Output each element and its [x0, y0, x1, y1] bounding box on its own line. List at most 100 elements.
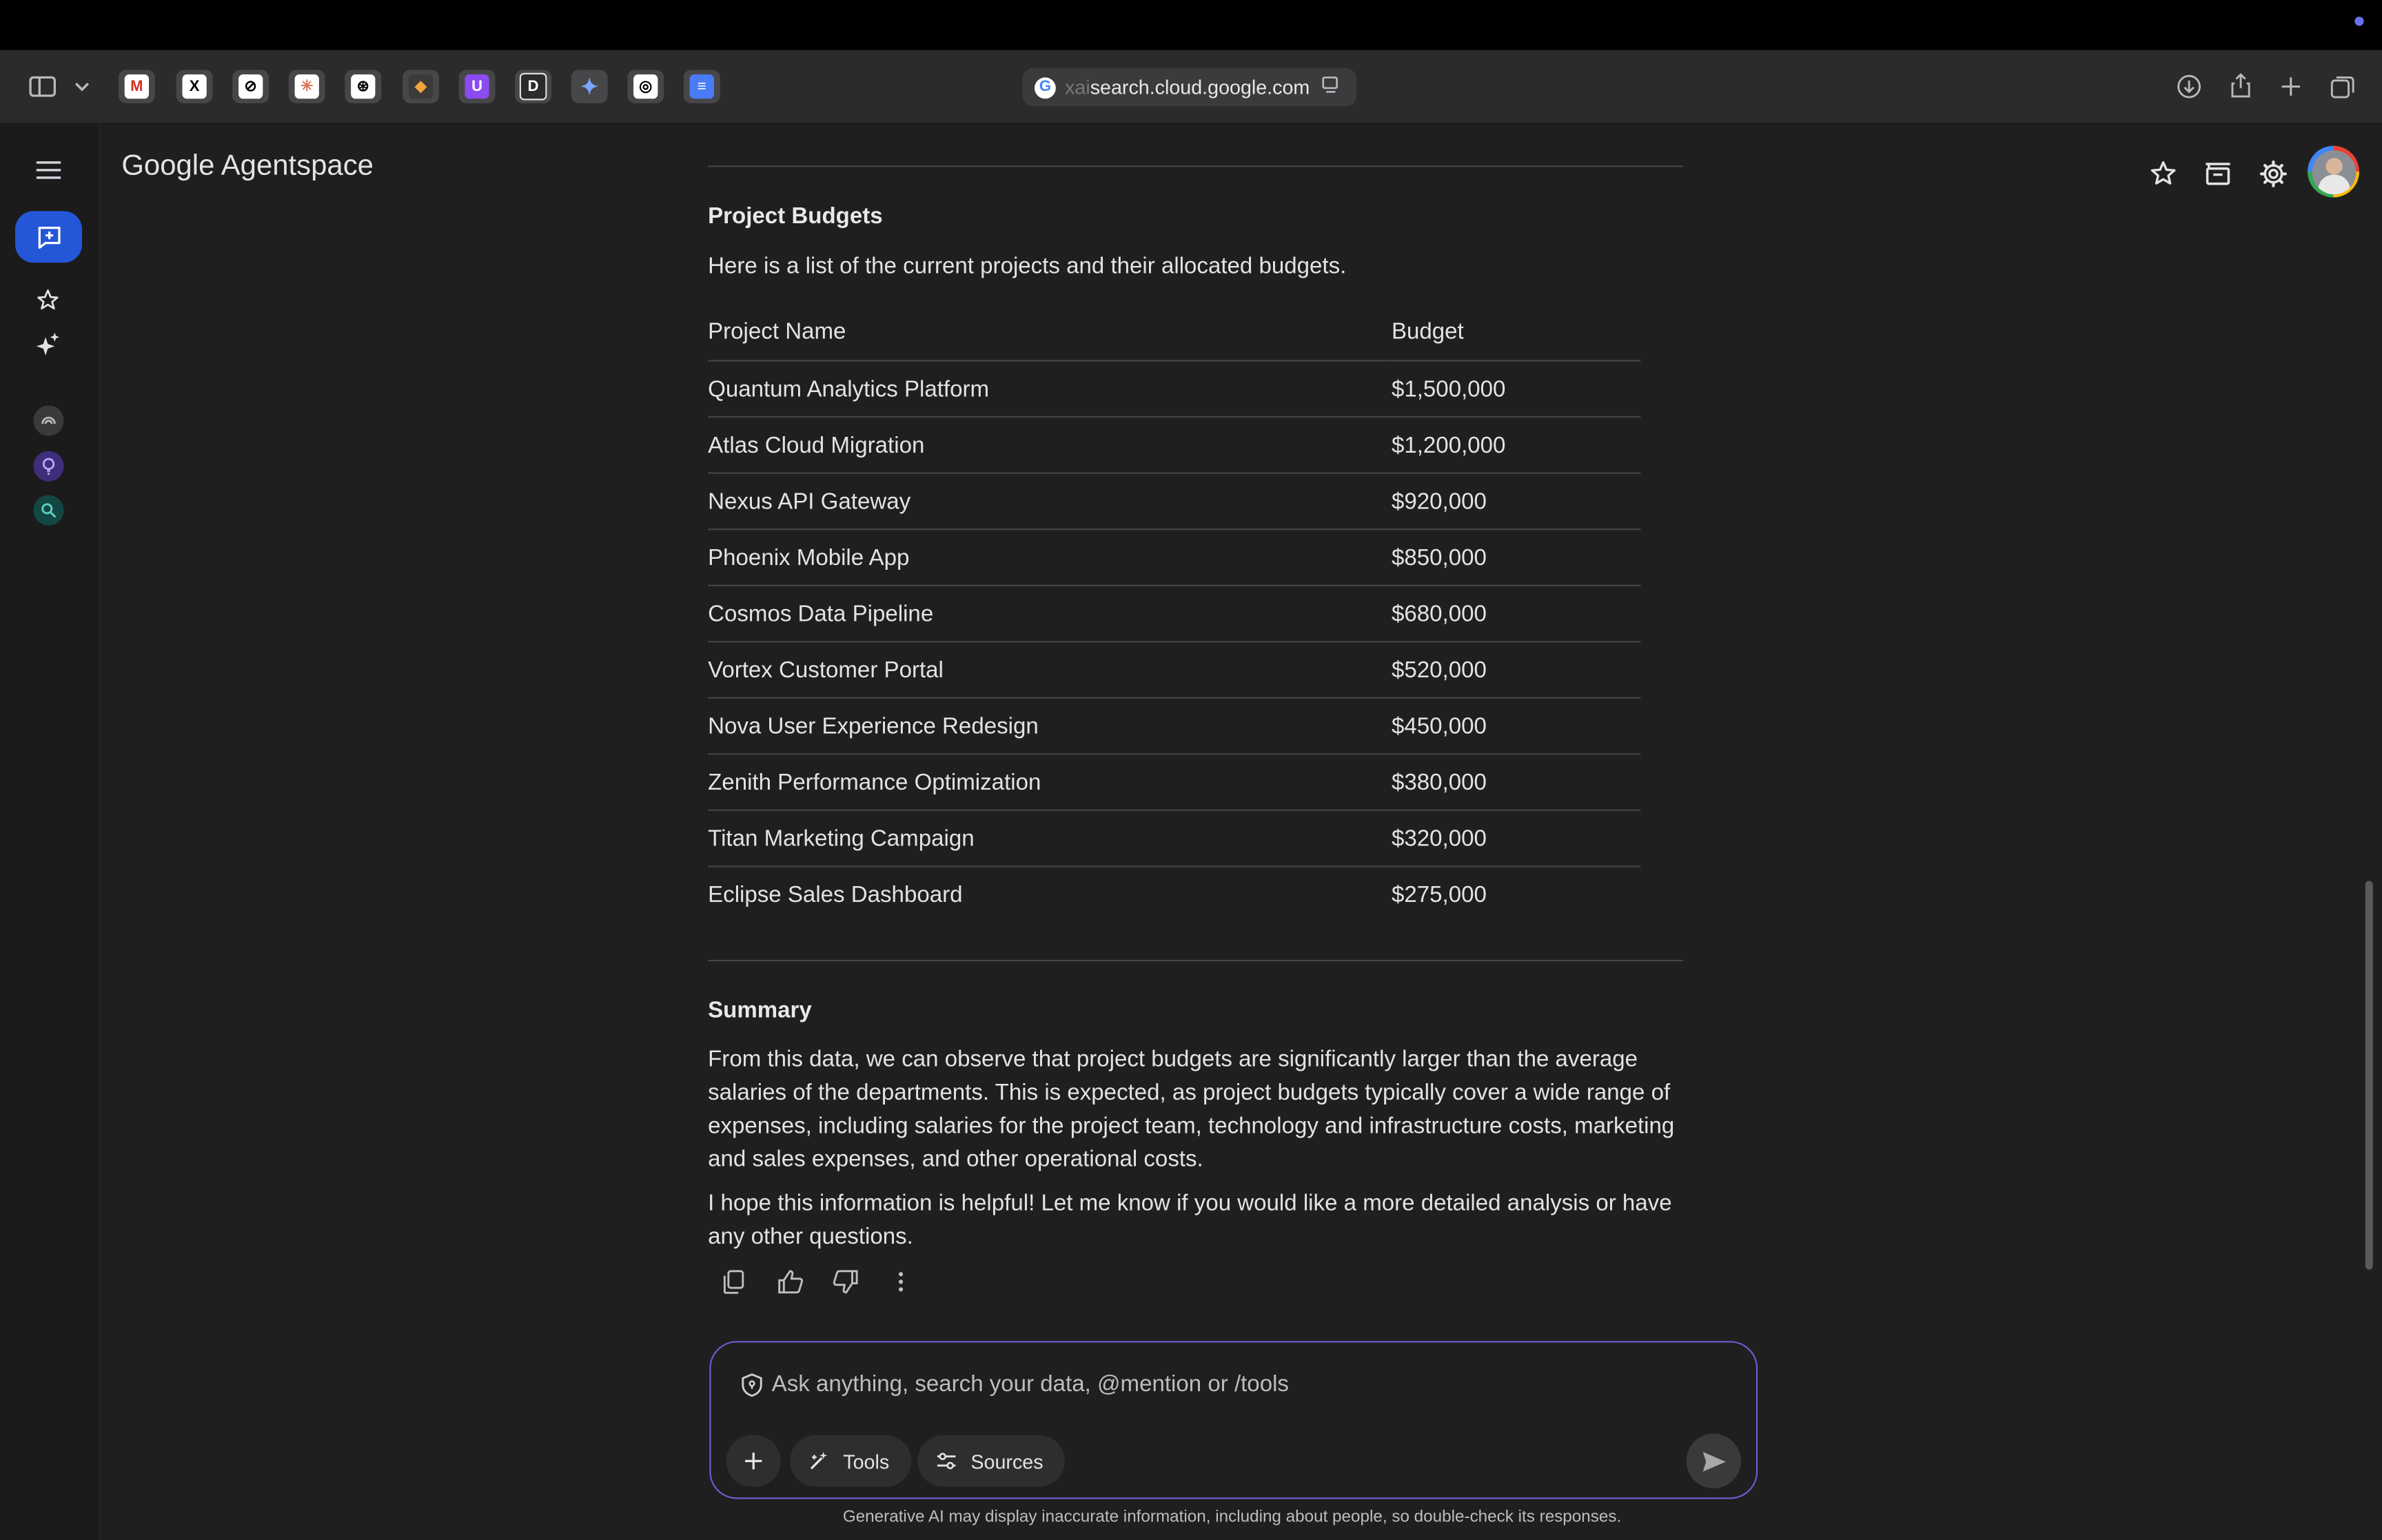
table-row: Nexus API Gateway $920,000 [708, 473, 1641, 531]
table-row: Vortex Customer Portal $520,000 [708, 641, 1641, 699]
agents-sparkle-icon[interactable] [32, 328, 62, 358]
divider [708, 165, 1684, 167]
send-icon [1702, 1451, 1725, 1471]
table-row: Titan Marketing Campaign $320,000 [708, 810, 1641, 867]
budget-cell: $450,000 [1391, 697, 1641, 755]
tab-overview-icon[interactable] [2325, 70, 2359, 103]
copy-icon[interactable] [719, 1266, 749, 1297]
download-icon[interactable] [2172, 70, 2206, 103]
favorites-star-icon[interactable] [32, 284, 62, 314]
google-icon: G [1034, 76, 1056, 99]
budget-cell: $520,000 [1391, 641, 1641, 699]
table-row: Nova User Experience Redesign $450,000 [708, 697, 1641, 755]
search-agent-icon[interactable] [33, 495, 64, 526]
status-dot [2354, 17, 2364, 26]
agent-avatar-1-icon[interactable] [33, 405, 64, 436]
claude-icon: ✳ [294, 74, 319, 99]
app-sidebar [0, 123, 101, 1540]
tab-x[interactable]: X [176, 70, 213, 103]
more-vert-icon[interactable] [886, 1266, 916, 1297]
table-row: Eclipse Sales Dashboard $275,000 [708, 866, 1640, 921]
menu-bar [0, 0, 2382, 50]
table-row: Zenith Performance Optimization $380,000 [708, 754, 1641, 811]
tab-gmail[interactable]: M [118, 70, 155, 103]
column-header-project-name: Project Name [708, 303, 1392, 362]
project-name-cell: Nova User Experience Redesign [708, 697, 1392, 755]
send-button[interactable] [1686, 1433, 1741, 1489]
reader-icon[interactable] [1322, 76, 1340, 99]
tab-docs[interactable]: ≡ [683, 70, 720, 103]
app-logo[interactable]: Google Agentspace [121, 150, 374, 183]
project-name-cell: Vortex Customer Portal [708, 641, 1392, 699]
brand-product: Agentspace [221, 150, 374, 183]
tab-assistant[interactable]: ◎ [627, 70, 664, 103]
sidebar-toggle-icon[interactable] [26, 70, 59, 103]
project-name-cell: Quantum Analytics Platform [708, 360, 1392, 418]
x-icon: X [182, 74, 207, 99]
lightbulb-icon[interactable] [33, 451, 64, 482]
budget-cell: $1,500,000 [1391, 360, 1641, 418]
chat-add-icon [37, 225, 60, 248]
new-chat-button[interactable] [15, 211, 83, 263]
tab-perplexity[interactable]: ⊘ [232, 70, 269, 103]
menu-icon[interactable] [32, 154, 65, 187]
star-icon[interactable] [2142, 152, 2185, 194]
project-name-cell: Nexus API Gateway [708, 473, 1392, 531]
thumbs-down-icon[interactable] [829, 1266, 859, 1297]
ai-disclaimer: Generative AI may display inaccurate inf… [842, 1508, 1622, 1527]
tools-label: Tools [843, 1449, 890, 1472]
d-icon: D [519, 72, 547, 101]
chat-input-placeholder[interactable]: Ask anything, search your data, @mention… [772, 1371, 1289, 1397]
share-icon[interactable] [2224, 68, 2257, 101]
new-tab-icon[interactable] [2274, 70, 2308, 103]
tab-openai[interactable]: ⊛ [345, 70, 382, 103]
project-name-cell: Atlas Cloud Migration [708, 417, 1392, 474]
budget-cell: $920,000 [1391, 473, 1641, 531]
tab-u[interactable]: U [458, 70, 496, 103]
projects-intro: Here is a list of the current projects a… [708, 254, 1347, 280]
url-text: search.cloud.google.com [1090, 76, 1310, 99]
section-title-summary: Summary [708, 998, 812, 1024]
column-header-budget: Budget [1391, 303, 1641, 362]
shield-icon [742, 1373, 763, 1405]
tune-icon [936, 1452, 957, 1470]
thumbs-up-icon[interactable] [775, 1266, 805, 1297]
profile-photo [2311, 150, 2356, 194]
avatar[interactable] [2308, 145, 2359, 198]
summary-paragraph-2: I hope this information is helpful! Let … [708, 1191, 1672, 1250]
archive-icon[interactable] [2197, 152, 2239, 194]
perplexity-icon: ⊘ [238, 74, 263, 99]
tools-button[interactable]: Tools [790, 1435, 912, 1487]
tab-gemini[interactable]: ✦ [571, 70, 608, 103]
tab-other[interactable]: ◆ [403, 70, 439, 103]
budget-cell: $275,000 [1391, 881, 1487, 907]
openai-icon: ⊛ [351, 74, 376, 99]
table-row: Atlas Cloud Migration $1,200,000 [708, 417, 1641, 474]
scrollbar[interactable] [2365, 881, 2373, 1270]
gemini-sparkle-icon: ✦ [580, 73, 599, 99]
url-prefix: xai [1065, 76, 1090, 99]
budget-cell: $680,000 [1391, 585, 1641, 643]
table-row: Phoenix Mobile App $850,000 [708, 529, 1641, 586]
budget-cell: $380,000 [1391, 754, 1641, 811]
sources-label: Sources [970, 1449, 1044, 1472]
table-header-row: Project Name Budget [708, 303, 1641, 362]
flame-icon: ◆ [408, 74, 434, 99]
divider [708, 959, 1684, 962]
chevron-down-icon[interactable] [65, 70, 99, 103]
budget-cell: $850,000 [1391, 529, 1641, 586]
budget-cell: $1,200,000 [1391, 417, 1641, 474]
chat-composer[interactable]: Ask anything, search your data, @mention… [709, 1341, 1758, 1499]
add-attachment-button[interactable] [726, 1435, 781, 1487]
settings-gear-icon[interactable] [2251, 152, 2294, 194]
project-name-cell: Eclipse Sales Dashboard [708, 881, 963, 907]
sources-button[interactable]: Sources [917, 1435, 1066, 1487]
project-name-cell: Zenith Performance Optimization [708, 754, 1392, 811]
tab-d[interactable]: D [515, 70, 552, 103]
project-name-cell: Phoenix Mobile App [708, 529, 1392, 586]
docs-icon: ≡ [689, 74, 714, 99]
tab-claude[interactable]: ✳ [288, 70, 325, 103]
section-title-projects: Project Budgets [708, 203, 883, 229]
summary-paragraph-1: From this data, we can observe that proj… [708, 1046, 1675, 1173]
url-bar[interactable]: G xai search.cloud.google.com [1022, 68, 1357, 107]
